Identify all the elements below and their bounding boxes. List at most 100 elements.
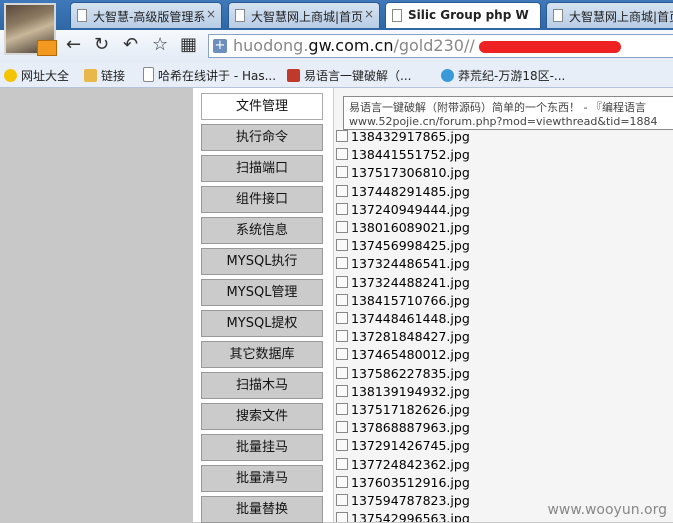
file-row[interactable]: 137594787823.jpg [336, 493, 470, 511]
file-name[interactable]: 137542996563.jpg [351, 511, 470, 522]
sidebar-button[interactable]: MYSQL执行 [201, 248, 323, 275]
checkbox-icon[interactable] [336, 512, 348, 522]
checkbox-icon[interactable] [336, 275, 348, 288]
file-name[interactable]: 137586227835.jpg [351, 366, 470, 381]
file-name[interactable]: 138441551752.jpg [351, 147, 470, 162]
file-row[interactable]: 137281848427.jpg [336, 329, 470, 347]
file-row[interactable]: 137448461448.jpg [336, 311, 470, 329]
checkbox-icon[interactable] [336, 257, 348, 270]
sidebar-button[interactable]: 执行命令 [201, 124, 323, 151]
file-row[interactable]: 137724842362.jpg [336, 457, 470, 475]
sidebar-button[interactable]: MYSQL管理 [201, 279, 323, 306]
file-name[interactable]: 137448291485.jpg [351, 184, 470, 199]
file-name[interactable]: 137603512916.jpg [351, 475, 470, 490]
file-row[interactable]: 137586227835.jpg [336, 366, 470, 384]
file-name[interactable]: 137291426745.jpg [351, 438, 470, 453]
bookmark-1[interactable]: 网址大全 [4, 67, 69, 84]
file-name[interactable]: 137240949444.jpg [351, 202, 470, 217]
file-row[interactable]: 138415710766.jpg [336, 293, 470, 311]
checkbox-icon[interactable] [336, 184, 348, 197]
checkbox-icon[interactable] [336, 239, 348, 252]
bookmark-3[interactable]: 哈希在线讲于 - Has... [143, 67, 276, 84]
file-name[interactable]: 137448461448.jpg [351, 311, 470, 326]
file-name[interactable]: 138415710766.jpg [351, 293, 470, 308]
file-name[interactable]: 137456998425.jpg [351, 238, 470, 253]
bookmark-2[interactable]: 链接 [84, 67, 125, 84]
sidebar-button[interactable]: 搜索文件 [201, 403, 323, 430]
sidebar-button[interactable]: 系统信息 [201, 217, 323, 244]
bookmark-5[interactable]: 莽荒纪-万游18区-... [441, 67, 565, 84]
checkbox-icon[interactable] [336, 439, 348, 452]
checkbox-icon[interactable] [336, 366, 348, 379]
file-name[interactable]: 138139194932.jpg [351, 384, 470, 399]
tab-4[interactable]: 大智慧网上商城|首页 [546, 2, 673, 28]
file-row[interactable]: 137291426745.jpg [336, 438, 470, 456]
file-name[interactable]: 137517306810.jpg [351, 165, 470, 180]
bookmark-4[interactable]: 易语言一键破解（... [287, 67, 411, 84]
file-row[interactable]: 137324488241.jpg [336, 275, 470, 293]
file-row[interactable]: 138432917865.jpg [336, 129, 470, 147]
tab-1[interactable]: 大智慧-高级版管理系 × [70, 2, 222, 28]
file-name[interactable]: 137868887963.jpg [351, 420, 470, 435]
tab-title: Silic Group php W [408, 8, 529, 22]
file-row[interactable]: 138139194932.jpg [336, 384, 470, 402]
checkbox-icon[interactable] [336, 475, 348, 488]
checkbox-icon[interactable] [336, 494, 348, 506]
sidebar-button[interactable]: 批量清马 [201, 465, 323, 492]
checkbox-icon[interactable] [336, 148, 348, 161]
checkbox-icon[interactable] [336, 312, 348, 324]
sidebar-button[interactable]: 文件管理 [201, 93, 323, 120]
file-row[interactable]: 137517182626.jpg [336, 402, 470, 420]
sidebar-button[interactable]: 批量替换 [201, 496, 323, 523]
file-row[interactable]: 137240949444.jpg [336, 202, 470, 220]
sidebar-button[interactable]: 批量挂马 [201, 434, 323, 461]
file-name[interactable]: 137594787823.jpg [351, 493, 470, 508]
file-row[interactable]: 137448291485.jpg [336, 184, 470, 202]
sidebar-button[interactable]: 扫描木马 [201, 372, 323, 399]
back-icon[interactable]: ← [66, 35, 81, 55]
checkbox-icon[interactable] [336, 384, 348, 397]
file-row[interactable]: 137465480012.jpg [336, 347, 470, 365]
checkbox-icon[interactable] [336, 403, 348, 415]
checkbox-icon[interactable] [336, 457, 348, 470]
file-name[interactable]: 137281848427.jpg [351, 329, 470, 344]
checkbox-icon[interactable] [336, 293, 348, 306]
checkbox-icon[interactable] [336, 330, 348, 343]
file-row[interactable]: 137542996563.jpg [336, 511, 470, 522]
file-row[interactable]: 137456998425.jpg [336, 238, 470, 256]
undo-icon[interactable]: ↶ [123, 35, 138, 55]
address-bar[interactable]: + huodong.gw.com.cn/gold230// [208, 34, 673, 58]
close-icon[interactable]: × [364, 7, 374, 21]
checkbox-icon[interactable] [336, 421, 348, 434]
checkbox-icon[interactable] [336, 130, 348, 142]
checkbox-icon[interactable] [336, 348, 348, 361]
file-row[interactable]: 137868887963.jpg [336, 420, 470, 438]
checkbox-icon[interactable] [336, 166, 348, 179]
file-name[interactable]: 137724842362.jpg [351, 457, 470, 472]
tab-3[interactable]: Silic Group php W [385, 2, 541, 28]
tab-2[interactable]: 大智慧网上商城|首页 × [228, 2, 380, 28]
sidebar-button[interactable]: 其它数据库 [201, 341, 323, 368]
file-row[interactable]: 138016089021.jpg [336, 220, 470, 238]
file-row[interactable]: 137324486541.jpg [336, 256, 470, 274]
file-name[interactable]: 137324486541.jpg [351, 256, 470, 271]
file-name[interactable]: 138432917865.jpg [351, 129, 470, 144]
plus-icon[interactable]: + [213, 39, 227, 53]
grid-icon[interactable]: ▦ [180, 35, 197, 55]
checkbox-icon[interactable] [336, 202, 348, 215]
file-name[interactable]: 137324488241.jpg [351, 275, 470, 290]
star-icon[interactable]: ☆ [152, 35, 168, 55]
file-row[interactable]: 138441551752.jpg [336, 147, 470, 165]
close-icon[interactable]: × [206, 7, 216, 21]
file-row[interactable]: 137517306810.jpg [336, 165, 470, 183]
file-row[interactable]: 137603512916.jpg [336, 475, 470, 493]
reload-icon[interactable]: ↻ [94, 35, 109, 55]
file-name[interactable]: 138016089021.jpg [351, 220, 470, 235]
file-name[interactable]: 137517182626.jpg [351, 402, 470, 417]
avatar[interactable] [4, 3, 57, 56]
sidebar-button[interactable]: 组件接口 [201, 186, 323, 213]
sidebar-button[interactable]: MYSQL提权 [201, 310, 323, 337]
sidebar-button[interactable]: 扫描端口 [201, 155, 323, 182]
file-name[interactable]: 137465480012.jpg [351, 347, 470, 362]
checkbox-icon[interactable] [336, 221, 348, 233]
